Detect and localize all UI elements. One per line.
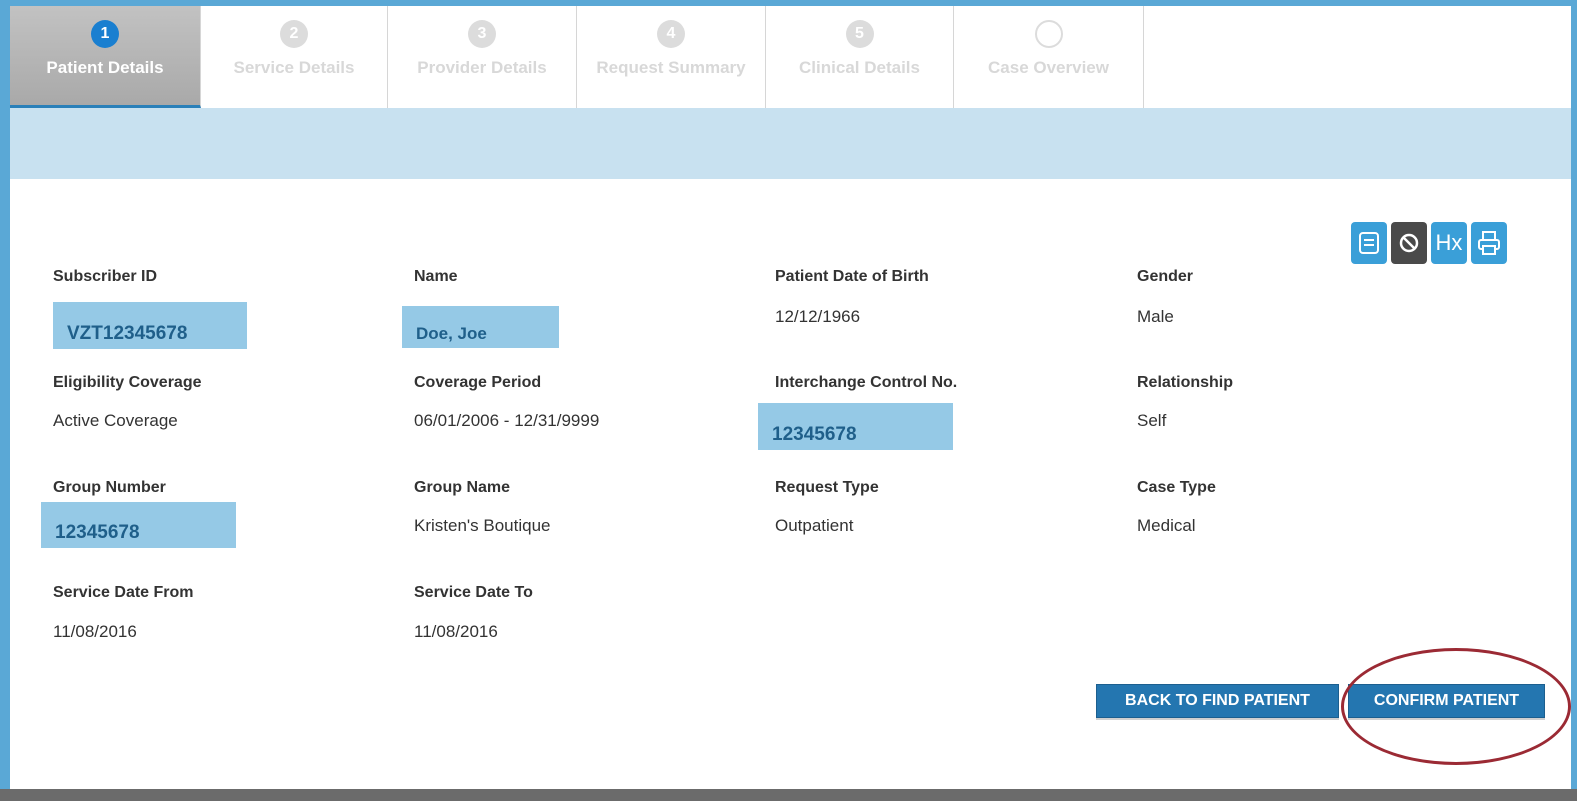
- step-number: 1: [91, 20, 119, 48]
- request-type-label: Request Type: [775, 479, 879, 496]
- step-number: 2: [280, 20, 308, 48]
- case-type-label: Case Type: [1137, 479, 1216, 496]
- dob-label: Patient Date of Birth: [775, 268, 929, 285]
- service-to-value: 11/08/2016: [414, 622, 498, 641]
- hx-text: Hx: [1435, 230, 1463, 255]
- print-icon[interactable]: [1471, 222, 1507, 264]
- gender-value: Male: [1137, 307, 1174, 326]
- name-label: Name: [414, 268, 458, 285]
- service-from-value: 11/08/2016: [53, 622, 137, 641]
- name-value: Doe, Joe: [402, 306, 559, 348]
- dob-value: 12/12/1966: [775, 307, 861, 326]
- step-number: 3: [468, 20, 496, 48]
- header-band: [10, 108, 1571, 179]
- bottom-bar: [0, 789, 1577, 801]
- cancel-icon[interactable]: [1391, 222, 1427, 264]
- subscriber-id-value: VZT12345678: [53, 302, 247, 349]
- service-from-label: Service Date From: [53, 584, 194, 601]
- toolbar: Hx: [1351, 222, 1507, 264]
- icn-value: 12345678: [758, 403, 953, 450]
- tab-request-summary[interactable]: 4 Request Summary: [577, 6, 766, 108]
- request-type-value: Outpatient: [775, 516, 854, 535]
- tab-label: Provider Details: [417, 58, 547, 77]
- group-number-value: 12345678: [41, 502, 236, 548]
- tab-case-overview[interactable]: Case Overview: [954, 6, 1144, 108]
- back-to-find-patient-button[interactable]: BACK TO FIND PATIENT: [1096, 684, 1339, 718]
- subscriber-id-label: Subscriber ID: [53, 268, 158, 285]
- step-circle-icon: [1034, 20, 1063, 48]
- tab-service-details[interactable]: 2 Service Details: [201, 6, 388, 108]
- step-tabs: 1 Patient Details 2 Service Details 3 Pr…: [10, 6, 1571, 108]
- group-number-label: Group Number: [53, 479, 166, 496]
- eligibility-value: Active Coverage: [53, 411, 178, 430]
- tab-label: Request Summary: [596, 58, 746, 77]
- group-name-label: Group Name: [414, 479, 511, 496]
- relationship-label: Relationship: [1137, 374, 1234, 391]
- annotation-circle: [1341, 648, 1571, 765]
- tab-label: Clinical Details: [799, 58, 920, 77]
- eligibility-label: Eligibility Coverage: [53, 374, 202, 391]
- save-icon[interactable]: [1351, 222, 1387, 264]
- step-number: 4: [657, 20, 685, 48]
- tab-label: Case Overview: [988, 58, 1109, 77]
- tab-provider-details[interactable]: 3 Provider Details: [388, 6, 577, 108]
- tab-label: Patient Details: [46, 58, 164, 77]
- service-to-label: Service Date To: [414, 584, 533, 601]
- coverage-period-value: 06/01/2006 - 12/31/9999: [414, 411, 600, 430]
- case-type-value: Medical: [1137, 516, 1196, 535]
- gender-label: Gender: [1137, 268, 1194, 285]
- icn-label: Interchange Control No.: [775, 374, 958, 391]
- coverage-period-label: Coverage Period: [414, 374, 542, 391]
- step-number: 5: [845, 20, 874, 48]
- hx-icon[interactable]: Hx: [1431, 222, 1467, 264]
- tab-clinical-details[interactable]: 5 Clinical Details: [766, 6, 954, 108]
- group-name-value: Kristen's Boutique: [414, 516, 551, 535]
- tab-label: Service Details: [233, 58, 355, 77]
- relationship-value: Self: [1137, 411, 1167, 430]
- tab-patient-details[interactable]: 1 Patient Details: [10, 6, 201, 108]
